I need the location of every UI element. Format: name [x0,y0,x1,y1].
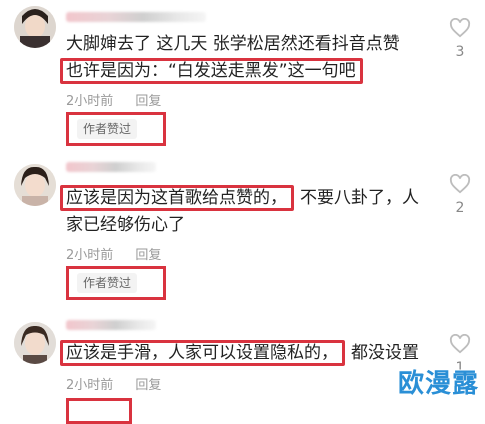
comment-line: 不要八卦了，人 [300,188,419,208]
timestamp: 2小时前 [66,248,114,263]
reply-button[interactable]: 回复 [135,94,161,109]
comment-meta: 2小时前 回复 [66,90,161,109]
author-liked-badge: 作者赞过 [66,266,167,300]
heart-icon [449,334,471,354]
author-liked-label: 作者赞过 [77,273,138,293]
like-button[interactable]: 2 [447,174,473,216]
reply-button[interactable]: 回复 [135,248,161,263]
comment-line: 都没设置 [351,343,419,363]
username-blurred [66,12,206,22]
avatar[interactable] [14,164,56,206]
avatar[interactable] [14,6,56,48]
timestamp: 2小时前 [66,94,114,109]
username-blurred [66,162,156,172]
comment-text: 大脚婶去了 这几天 张学松居然还看抖音点赞 也许是因为：“白发送走黑发”这一句吧 [60,32,451,84]
highlighted-text: 也许是因为：“白发送走黑发”这一句吧 [60,58,363,84]
like-button[interactable]: 3 [447,18,473,60]
highlighted-text: 应该是手滑，人家可以设置隐私的， [60,340,345,366]
comment-meta: 2小时前 回复 [66,244,161,263]
comment-text: 应该是因为这首歌给点赞的， 不要八卦了，人 家已经够伤心了 [60,185,451,238]
comment-line: 大脚婶去了 这几天 张学松居然还看抖音点赞 [66,34,400,54]
heart-icon [449,174,471,194]
comment-meta: 2小时前 回复 [66,374,161,393]
reply-button[interactable]: 回复 [135,378,161,393]
avatar[interactable] [14,322,56,364]
like-count: 3 [455,44,465,60]
author-liked-label: 作者赞过 [77,119,138,139]
username-blurred [66,320,156,330]
author-liked-badge: 作者赞过 [66,112,167,146]
highlighted-text: 应该是因为这首歌给点赞的， [60,185,294,211]
author-liked-badge-partial [66,398,132,424]
watermark: 欧漫露 [397,369,479,399]
comment-text: 应该是手滑，人家可以设置隐私的， 都没设置 [60,340,451,366]
timestamp: 2小时前 [66,378,114,393]
heart-icon [449,18,471,38]
comment-line: 家已经够伤心了 [66,215,185,235]
like-count: 2 [455,200,465,216]
